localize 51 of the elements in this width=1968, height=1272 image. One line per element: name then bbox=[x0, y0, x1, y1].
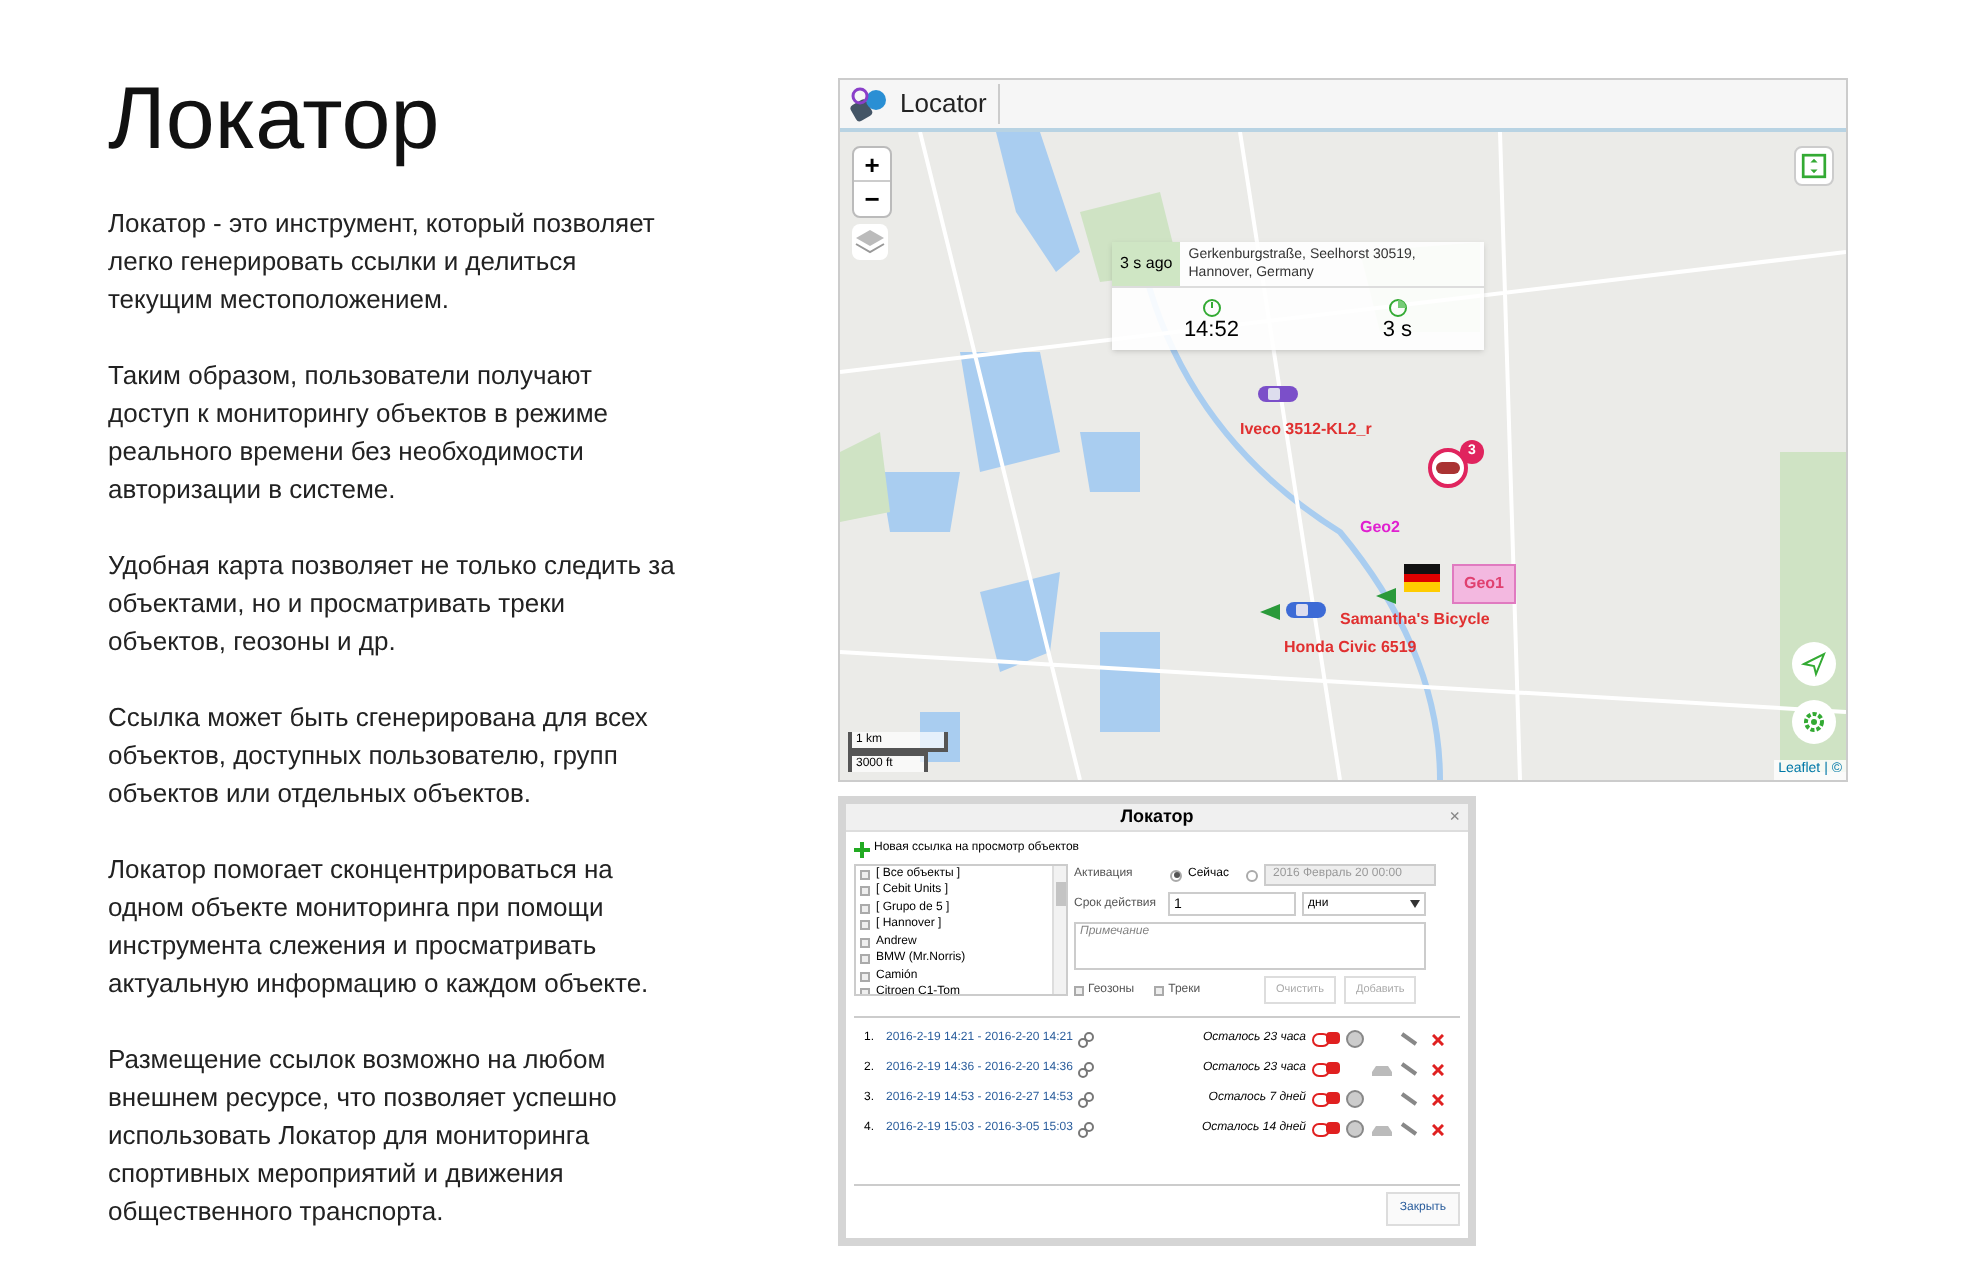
delete-icon[interactable] bbox=[1432, 1033, 1444, 1046]
checkbox[interactable] bbox=[1154, 985, 1165, 996]
time-ago-label: 3 s ago bbox=[1112, 242, 1181, 286]
app-logo-icon bbox=[848, 86, 888, 122]
alarm-icon bbox=[1312, 1031, 1340, 1048]
paragraph: Локатор - это инструмент, который позволяет легко генерировать ссылки и делиться текущим местоположением. bbox=[108, 206, 657, 318]
paragraph: Ссылка может быть сгенерирована для всех объектов, доступных пользователю, групп объектов или отдельных объектов. bbox=[108, 700, 650, 812]
clock-icon bbox=[1201, 297, 1222, 317]
checkbox[interactable] bbox=[860, 920, 870, 931]
duration-value: 3 s bbox=[1382, 317, 1413, 341]
marker-label: Samantha's Bicycle bbox=[1340, 608, 1490, 632]
direction-arrow-icon bbox=[1260, 604, 1280, 620]
alarm-icon bbox=[1312, 1061, 1340, 1078]
car-icon[interactable] bbox=[1284, 598, 1328, 622]
paragraph: Таким образом, пользователи получают доступ к мониторингу объектов в режиме реального времени без необходимости авторизации в системе. bbox=[108, 358, 610, 508]
direction-arrow-icon bbox=[1376, 588, 1396, 604]
paragraph: Размещение ссылок возможно на любом внешнем ресурсе, что позволяет успешно использовать Локатор для мониторинга спортивных мероприятий и движения общественного транспорта. bbox=[108, 1042, 619, 1230]
time-value: 14:52 bbox=[1183, 317, 1239, 341]
paragraph: Локатор помогает сконцентрироваться на одном объекте мониторинга при помощи инструмента слежения и просматривать актуальную информацию о каждом объекте. bbox=[108, 852, 651, 1002]
geozone-label: Geo2 bbox=[1360, 516, 1401, 540]
app-title: Locator bbox=[900, 84, 1001, 124]
alarm-icon bbox=[1312, 1121, 1340, 1138]
radio-button[interactable] bbox=[1170, 869, 1182, 881]
checkbox[interactable] bbox=[860, 886, 870, 897]
scrollbar[interactable] bbox=[1052, 866, 1066, 994]
checkbox[interactable] bbox=[860, 869, 870, 880]
checkbox[interactable] bbox=[860, 954, 870, 965]
delete-icon[interactable] bbox=[1432, 1123, 1444, 1136]
marker-label: Honda Civic 6519 bbox=[1284, 636, 1417, 660]
plus-icon bbox=[854, 841, 870, 857]
radio-button[interactable] bbox=[1246, 869, 1259, 881]
paragraph: Удобная карта позволяет не только следить за объектами, но и просматривать треки объектов, геозоны и др. bbox=[108, 548, 677, 660]
delete-icon[interactable] bbox=[1432, 1063, 1444, 1076]
marker-label: Iveco 3512-KL2_r bbox=[1240, 418, 1372, 442]
fullscreen-icon[interactable] bbox=[1794, 146, 1834, 186]
checkbox[interactable] bbox=[860, 971, 870, 982]
checkbox[interactable] bbox=[860, 937, 870, 948]
delete-icon[interactable] bbox=[1432, 1093, 1444, 1106]
geozone-area: Geo1 bbox=[1452, 564, 1517, 604]
page-heading: Локатор bbox=[108, 68, 440, 172]
duration-icon bbox=[1387, 297, 1408, 317]
layers-icon[interactable] bbox=[852, 224, 888, 260]
alarm-icon bbox=[1312, 1091, 1340, 1108]
car-icon[interactable] bbox=[1256, 382, 1300, 406]
zoom-out-button[interactable]: − bbox=[854, 182, 890, 216]
caret-icon bbox=[1410, 900, 1420, 908]
checkbox[interactable] bbox=[1074, 985, 1084, 996]
flag-icon bbox=[1404, 564, 1440, 592]
checkbox[interactable] bbox=[860, 903, 870, 914]
zoom-in-button[interactable]: + bbox=[854, 148, 890, 182]
dialog-title: Локатор bbox=[1120, 803, 1194, 830]
